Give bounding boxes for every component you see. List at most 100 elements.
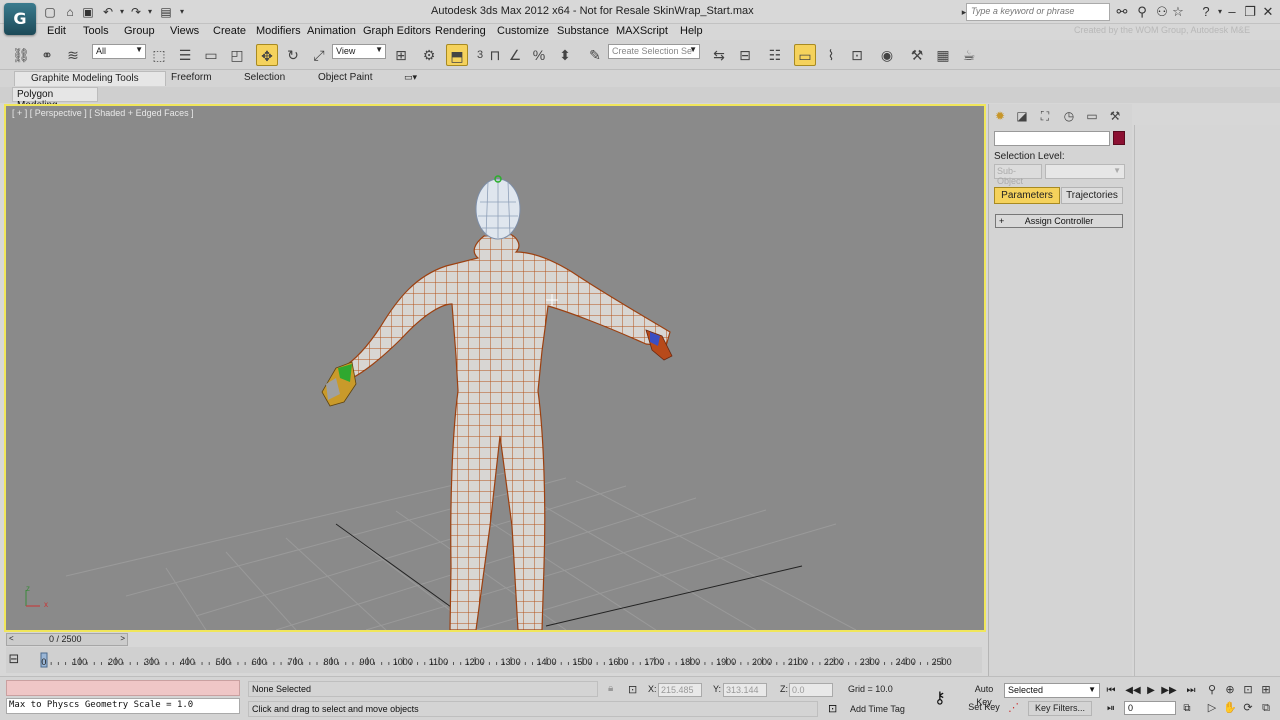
project-folder-icon[interactable]: ▤ <box>158 4 174 20</box>
current-frame-field[interactable]: 0 <box>1124 701 1176 715</box>
restore-icon[interactable]: ❐ <box>1242 4 1258 20</box>
viewport-label[interactable]: [ + ] [ Perspective ] [ Shaded + Edged F… <box>12 108 194 118</box>
select-and-move-icon[interactable]: ✥ <box>256 44 278 66</box>
edit-named-selection-icon[interactable]: ✎ <box>584 44 606 66</box>
zoom-extents-all-icon[interactable]: ⊞ <box>1258 682 1274 698</box>
key-mode-toggle-icon[interactable]: ⏯ <box>1102 702 1120 716</box>
rectangular-selection-icon[interactable]: ▭ <box>200 44 222 66</box>
snap-icon[interactable]: ⊓ <box>484 44 506 66</box>
utilities-tab-icon[interactable]: ⚒ <box>1105 107 1125 125</box>
tab-graphite-modeling-tools[interactable]: Graphite Modeling Tools <box>14 71 166 86</box>
app-menu-button[interactable]: G <box>4 3 36 35</box>
assign-controller-rollout[interactable]: + Assign Controller <box>995 214 1123 228</box>
spinner-snap-icon[interactable]: ⬍ <box>554 44 576 66</box>
close-icon[interactable]: ✕ <box>1260 4 1276 20</box>
time-tag-icon[interactable]: ⊡ <box>828 702 837 715</box>
character-head[interactable] <box>475 175 521 240</box>
orbit-icon[interactable]: ⟳ <box>1240 700 1256 716</box>
select-by-name-icon[interactable]: ☰ <box>174 44 196 66</box>
select-and-link-icon[interactable]: ⛓ <box>10 44 32 66</box>
tab-object-paint[interactable]: Object Paint <box>318 72 372 83</box>
zoom-all-icon[interactable]: ⊕ <box>1222 682 1238 698</box>
minimize-icon[interactable]: – <box>1224 4 1240 20</box>
key-filters-button[interactable]: Key Filters... <box>1028 701 1092 716</box>
object-color-swatch[interactable] <box>1113 131 1125 145</box>
menu-graph-editors[interactable]: Graph Editors <box>363 25 431 37</box>
render-production-icon[interactable]: ☕ <box>958 44 980 66</box>
modify-tab-icon[interactable]: ◪ <box>1012 107 1032 125</box>
field-of-view-icon[interactable]: ▷ <box>1204 700 1220 716</box>
save-icon[interactable]: ▣ <box>80 4 96 20</box>
menu-rendering[interactable]: Rendering <box>435 25 486 37</box>
zoom-icon[interactable]: ⚲ <box>1204 682 1220 698</box>
motion-tab-icon[interactable]: ◷ <box>1059 107 1079 125</box>
render-setup-icon[interactable]: ⚒ <box>906 44 928 66</box>
go-to-end-icon[interactable]: ⏭ <box>1182 684 1200 698</box>
menu-substance[interactable]: Substance <box>557 25 609 37</box>
tab-selection[interactable]: Selection <box>244 72 285 83</box>
reference-coordinate-dropdown[interactable]: View ▼ <box>332 44 386 59</box>
open-mini-curve-editor-icon[interactable]: ⊟ <box>6 651 22 667</box>
perspective-viewport[interactable]: [ + ] [ Perspective ] [ Shaded + Edged F… <box>4 104 986 632</box>
time-slider-prev-icon[interactable]: < <box>9 634 14 643</box>
maxscript-listener-output[interactable]: Max to Physcs Geometry Scale = 1.0 <box>6 698 240 714</box>
new-file-icon[interactable]: ▢ <box>42 4 58 20</box>
auto-key-button[interactable]: Auto Key <box>966 683 1002 707</box>
display-tab-icon[interactable]: ▭ <box>1082 107 1102 125</box>
y-coord-field[interactable]: 313.144 <box>723 683 767 697</box>
tab-parameters[interactable]: Parameters <box>994 187 1060 204</box>
create-tab-icon[interactable]: ✹ <box>990 107 1010 125</box>
align-icon[interactable]: ⊟ <box>734 44 756 66</box>
menu-maxscript[interactable]: MAXScript <box>616 25 668 37</box>
left-hand[interactable] <box>321 361 357 407</box>
tab-trajectories[interactable]: Trajectories <box>1061 187 1123 204</box>
set-key-button[interactable]: Set Key <box>966 701 1002 716</box>
next-frame-icon[interactable]: ▶▶ <box>1160 684 1178 698</box>
time-configuration-icon[interactable]: ⧉ <box>1178 702 1196 716</box>
mirror-icon[interactable]: ⇆ <box>708 44 730 66</box>
time-slider-next-icon[interactable]: > <box>120 634 125 643</box>
menu-modifiers[interactable]: Modifiers <box>256 25 301 37</box>
hierarchy-tab-icon[interactable]: ⛶ <box>1035 107 1055 125</box>
open-file-icon[interactable]: ⌂ <box>62 4 78 20</box>
subscription-icon[interactable]: ⚲ <box>1134 4 1150 20</box>
polygon-modeling-panel[interactable]: Polygon Modeling <box>12 87 98 111</box>
search-input[interactable]: Type a keyword or phrase <box>966 3 1110 21</box>
named-selection-dropdown[interactable]: Create Selection Se ▼ <box>608 44 700 59</box>
pan-view-icon[interactable]: ✋ <box>1222 700 1238 716</box>
menu-edit[interactable]: Edit <box>47 25 66 37</box>
ribbon-options-icon[interactable]: ▭▾ <box>404 72 417 83</box>
menu-tools[interactable]: Tools <box>83 25 109 37</box>
menu-views[interactable]: Views <box>170 25 199 37</box>
keyboard-shortcut-override-icon[interactable]: ⬒ <box>446 44 468 66</box>
menu-group[interactable]: Group <box>124 25 155 37</box>
key-mode-dropdown[interactable]: Selected ▼ <box>1004 683 1100 698</box>
redo-dropdown-icon[interactable]: ▾ <box>142 4 158 20</box>
graphite-toggle-icon[interactable]: ▭ <box>794 44 816 66</box>
pivot-center-icon[interactable]: ⊞ <box>390 44 412 66</box>
maxscript-listener-input[interactable] <box>6 680 240 696</box>
play-icon[interactable]: ▶ <box>1142 684 1160 698</box>
subobject-button[interactable]: Sub-Object <box>994 164 1042 186</box>
maximize-viewport-icon[interactable]: ⧉ <box>1258 700 1274 716</box>
curve-editor-icon[interactable]: ⌇ <box>820 44 842 66</box>
time-slider[interactable]: < 0 / 2500 > <box>6 633 128 646</box>
previous-frame-icon[interactable]: ◀◀ <box>1124 684 1142 698</box>
x-coord-field[interactable]: 215.485 <box>658 683 702 697</box>
select-object-icon[interactable]: ⬚ <box>148 44 170 66</box>
bind-to-space-warp-icon[interactable]: ≋ <box>62 44 84 66</box>
set-key-icon[interactable]: ⚷ <box>934 688 946 708</box>
select-and-scale-icon[interactable]: ⤢ <box>308 44 330 66</box>
menu-animation[interactable]: Animation <box>307 25 356 37</box>
material-editor-icon[interactable]: ◉ <box>876 44 898 66</box>
selection-filter-dropdown[interactable]: All ▼ <box>92 44 146 59</box>
object-name-field[interactable] <box>994 131 1110 146</box>
angle-snap-icon[interactable]: ∠ <box>504 44 526 66</box>
select-manipulate-icon[interactable]: ⚙ <box>418 44 440 66</box>
z-coord-field[interactable]: 0.0 <box>789 683 833 697</box>
percent-snap-icon[interactable]: % <box>528 44 550 66</box>
tab-freeform[interactable]: Freeform <box>171 72 212 83</box>
absolute-mode-icon[interactable]: ⊡ <box>628 683 637 696</box>
menu-create[interactable]: Create <box>213 25 246 37</box>
quick-access-dropdown-icon[interactable]: ▾ <box>174 4 190 20</box>
